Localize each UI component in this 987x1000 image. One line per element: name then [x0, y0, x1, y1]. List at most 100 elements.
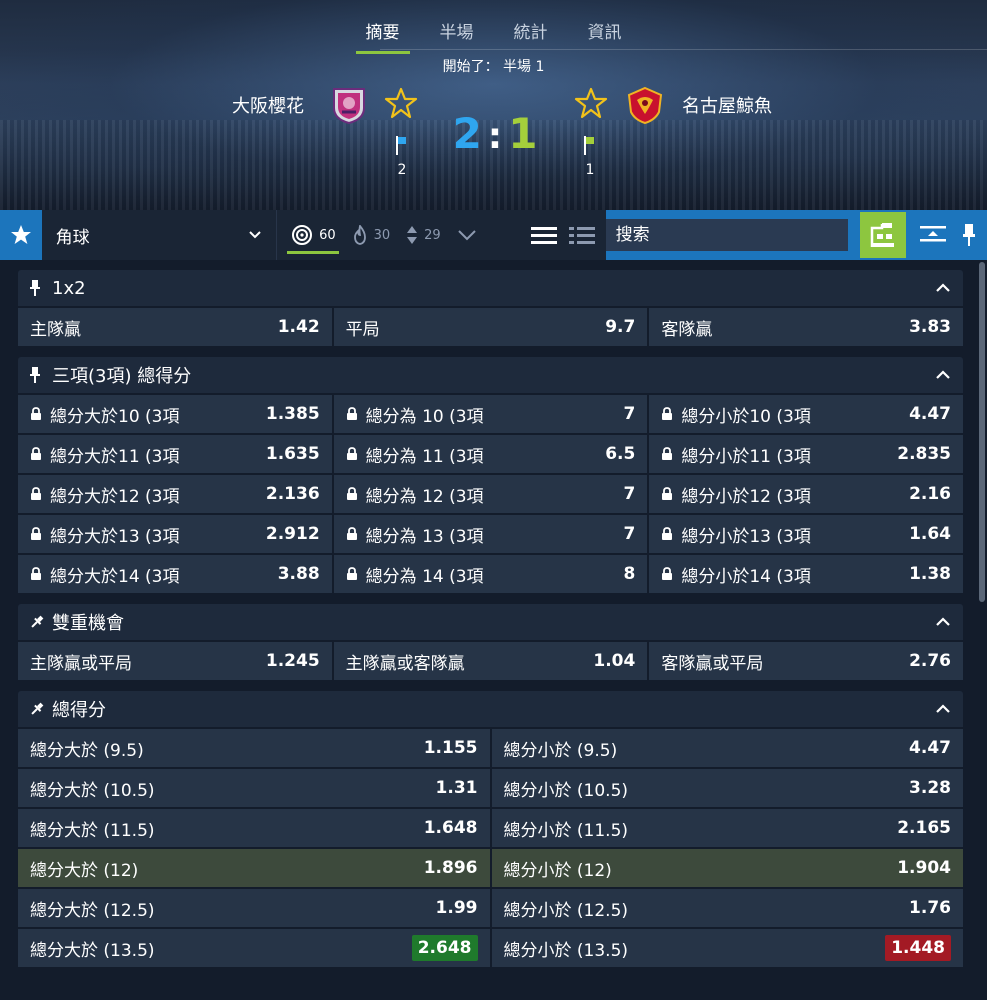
odds-cell[interactable]: 總分大於14 (3項 3.88: [18, 555, 334, 593]
odds-cell[interactable]: 總分為 11 (3項 6.5: [333, 435, 650, 473]
odds-cell[interactable]: 總分大於10 (3項 1.385: [18, 395, 334, 433]
odds-value: 3.88: [277, 564, 320, 584]
away-corners-count: 1: [585, 162, 595, 178]
odds-cell[interactable]: 總分小於 (12) 1.904: [491, 849, 963, 887]
odds-value: 6.5: [605, 444, 636, 464]
odds-row: 總分大於 (13.5) 2.648 總分小於 (13.5) 1.448: [18, 929, 963, 967]
odds-value: 1.448: [885, 935, 951, 961]
odds-value: 8: [623, 564, 636, 584]
odds-cell[interactable]: 總分小於 (10.5) 3.28: [491, 769, 963, 807]
sort-arrows-icon: [407, 226, 418, 244]
odds-cell[interactable]: 總分大於 (9.5) 1.155: [18, 729, 492, 767]
odds-value: 4.47: [909, 738, 951, 758]
odds-cell[interactable]: 平局 9.7: [333, 308, 650, 346]
grid-view-icon[interactable]: [568, 225, 596, 245]
odds-value: 1.99: [435, 898, 478, 918]
outcome-label: 總分小於12 (3項: [681, 486, 811, 507]
odds-value: 2.648: [411, 935, 478, 961]
active-filter-underline: [287, 251, 340, 254]
odds-cell[interactable]: 總分小於 (11.5) 2.165: [491, 809, 963, 847]
market-filter-group[interactable]: 60 30 29: [276, 210, 521, 260]
odds-cell[interactable]: 客隊贏或平局 2.76: [649, 642, 964, 680]
chevron-up-icon[interactable]: [935, 370, 951, 380]
outcome-label: 總分小於 (13.5): [503, 940, 629, 961]
odds-value: 1.245: [265, 651, 320, 671]
away-team-crest-icon: [627, 86, 663, 124]
odds-cell[interactable]: 總分小於10 (3項 4.47: [649, 395, 964, 433]
outcome-label: 總分小於 (9.5): [503, 740, 618, 761]
odds-cell[interactable]: 總分大於11 (3項 1.635: [18, 435, 334, 473]
tab-summary[interactable]: 摘要: [355, 14, 410, 54]
market-header[interactable]: 雙重機會: [18, 604, 963, 642]
odds-cell[interactable]: 總分為 12 (3項 7: [333, 475, 650, 513]
lock-icon: [346, 487, 357, 500]
outcome-label: 客隊贏: [661, 319, 713, 340]
market-total: 總得分 總分大於 (9.5) 1.155 總分小於 (9.5) 4.47 總分大於 (1…: [18, 691, 963, 967]
fire-icon: [353, 225, 366, 245]
market-header[interactable]: 總得分: [18, 691, 963, 729]
odds-cell[interactable]: 主隊贏或客隊贏 1.04: [333, 642, 650, 680]
pin-icon[interactable]: [30, 367, 40, 383]
odds-row: 主隊贏或平局 1.245 主隊贏或客隊贏 1.04 客隊贏或平局 2.76: [18, 642, 964, 680]
odds-cell[interactable]: 總分小於12 (3項 2.16: [649, 475, 964, 513]
chevron-up-icon[interactable]: [935, 283, 951, 293]
odds-cell[interactable]: 客隊贏 3.83: [649, 308, 964, 346]
chevron-up-icon[interactable]: [935, 617, 951, 627]
market-1x2: 1x2 主隊贏 1.42 平局 9.7 客隊贏 3.83: [18, 270, 964, 346]
odds-value: 7: [623, 484, 636, 504]
odds-cell[interactable]: 總分大於 (12) 1.896: [18, 849, 492, 887]
odds-value: 2.136: [265, 484, 320, 504]
collapse-all-button[interactable]: [916, 210, 952, 260]
odds-value: 1.635: [265, 444, 320, 464]
odds-value: 1.42: [277, 317, 320, 337]
odds-cell[interactable]: 總分為 13 (3項 7: [333, 515, 650, 553]
odds-cell[interactable]: 總分大於 (13.5) 2.648: [18, 929, 492, 967]
outcome-label: 總分大於10 (3項: [50, 406, 180, 427]
tab-info[interactable]: 資訊: [578, 14, 632, 54]
list-view-icon[interactable]: [530, 225, 558, 245]
odds-value: 7: [623, 404, 636, 424]
pin-angled-icon[interactable]: [30, 702, 44, 716]
market-type-select[interactable]: 角球: [41, 210, 277, 260]
scrollbar[interactable]: [979, 262, 985, 602]
odds-cell[interactable]: 總分大於 (12.5) 1.99: [18, 889, 492, 927]
chevron-up-icon[interactable]: [935, 704, 951, 714]
corner-flag-icon: [584, 136, 594, 155]
odds-value: 1.04: [593, 651, 636, 671]
outcome-label: 主隊贏或客隊贏: [345, 653, 465, 674]
search-input[interactable]: [605, 219, 848, 251]
pin-angled-icon[interactable]: [30, 615, 44, 629]
tab-stats[interactable]: 統計: [504, 14, 558, 54]
odds-cell[interactable]: 總分小於14 (3項 1.38: [649, 555, 964, 593]
market-header[interactable]: 三項(3項) 總得分: [18, 357, 963, 395]
odds-cell[interactable]: 主隊贏或平局 1.245: [18, 642, 334, 680]
pin-icon[interactable]: [30, 280, 40, 296]
layout-button[interactable]: [859, 212, 906, 258]
pin-button[interactable]: [951, 210, 987, 260]
odds-cell[interactable]: 總分小於 (9.5) 4.47: [491, 729, 963, 767]
odds-row: 總分大於 (12) 1.896 總分小於 (12) 1.904: [18, 849, 963, 889]
odds-cell[interactable]: 總分小於13 (3項 1.64: [649, 515, 964, 553]
odds-value: 3.83: [909, 317, 952, 337]
odds-cell[interactable]: 總分小於 (13.5) 1.448: [491, 929, 963, 967]
odds-cell[interactable]: 主隊贏 1.42: [18, 308, 334, 346]
odds-cell[interactable]: 總分為 14 (3項 8: [333, 555, 650, 593]
market-header[interactable]: 1x2: [18, 270, 963, 308]
tab-half[interactable]: 半場: [430, 14, 484, 54]
odds-cell[interactable]: 總分大於 (10.5) 1.31: [18, 769, 492, 807]
outcome-label: 總分大於13 (3項: [50, 526, 180, 547]
outcome-label: 總分為 13 (3項: [365, 526, 484, 547]
three-way-rows: 總分大於10 (3項 1.385 總分為 10 (3項 7 總分小於10 (3項 4.47…: [18, 395, 964, 593]
odds-cell[interactable]: 總分為 10 (3項 7: [333, 395, 650, 433]
favorites-button[interactable]: [0, 210, 42, 260]
chevron-down-icon: [457, 230, 476, 241]
corner-flag-icon: [396, 136, 406, 155]
away-favorite-star-icon[interactable]: [574, 86, 608, 120]
odds-cell[interactable]: 總分大於13 (3項 2.912: [18, 515, 334, 553]
odds-cell[interactable]: 總分小於 (12.5) 1.76: [491, 889, 963, 927]
odds-cell[interactable]: 總分小於11 (3項 2.835: [649, 435, 964, 473]
home-favorite-star-icon[interactable]: [384, 86, 418, 120]
odds-cell[interactable]: 總分大於12 (3項 2.136: [18, 475, 334, 513]
odds-cell[interactable]: 總分大於 (11.5) 1.648: [18, 809, 492, 847]
market-title: 雙重機會: [52, 613, 124, 634]
